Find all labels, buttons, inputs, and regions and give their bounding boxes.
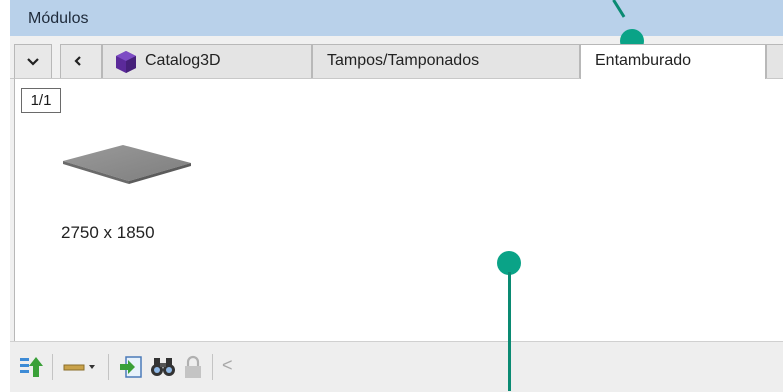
module-item-thumbnail[interactable] (57, 119, 197, 199)
modules-panel: Módulos Catalog3D Tampos/Tamponados Enta… (10, 0, 783, 392)
tab-entamburado[interactable]: Entamburado (580, 44, 766, 79)
import-icon[interactable] (118, 354, 144, 380)
panel-title: Módulos (28, 10, 89, 27)
chevron-down-icon (27, 58, 39, 66)
panel-titlebar: Módulos (10, 0, 783, 36)
annotation-leader-line-bottom (508, 272, 511, 391)
page-indicator: 1/1 (21, 88, 61, 113)
binoculars-icon[interactable] (150, 354, 176, 380)
tab-list-dropdown-button[interactable] (14, 44, 52, 78)
tab-tampos-label: Tampos/Tamponados (327, 52, 480, 69)
lock-icon[interactable] (180, 354, 206, 380)
modules-content-area: 1/1 2750 x 1850 (14, 78, 783, 342)
toolbar-separator (212, 354, 213, 380)
toolbar-separator (52, 354, 53, 380)
tab-catalog3d-label: Catalog3D (145, 52, 221, 69)
line-style-dropdown-button[interactable] (62, 354, 102, 380)
sort-up-icon[interactable] (18, 354, 44, 380)
chevron-left-icon (74, 56, 81, 66)
line-style-dropdown-icon (63, 364, 95, 371)
purple-cube-icon (116, 51, 136, 73)
tab-entamburado-label: Entamburado (595, 52, 692, 69)
module-item-label[interactable]: 2750 x 1850 (61, 223, 155, 243)
tab-scroll-left-button[interactable] (60, 44, 102, 78)
tab-catalog3d[interactable]: Catalog3D (102, 44, 312, 78)
bottom-toolbar: < (10, 341, 783, 392)
toolbar-separator (108, 354, 109, 380)
tab-tampos-tamponados[interactable]: Tampos/Tamponados (312, 44, 580, 78)
scroll-left-icon[interactable]: < (222, 355, 233, 376)
tab-next-partial[interactable] (766, 44, 783, 78)
gray-slab-thumbnail (63, 145, 191, 184)
